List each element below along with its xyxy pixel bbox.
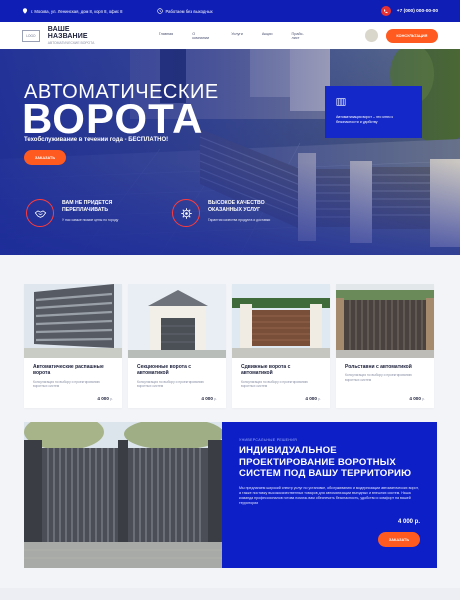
promo-order-button[interactable]: ЗАКАЗАТЬ bbox=[378, 532, 420, 547]
product-description: Консультация по выбору и проектированию … bbox=[241, 379, 308, 388]
location-pin-icon bbox=[22, 8, 28, 14]
badge-quality-title: ВЫСОКОЕ КАЧЕСТВО ОКАЗАННЫХ УСЛУГ bbox=[208, 200, 265, 213]
product-price: 4 000 р. bbox=[201, 396, 217, 401]
badge-low-price-text: У нас самые низкие цены по городу bbox=[62, 218, 119, 222]
hero-order-button[interactable]: ЗАКАЗАТЬ bbox=[24, 150, 66, 165]
hours-text: Работаем без выходных bbox=[165, 8, 213, 14]
info-card-text: Автоматизация ворот – это ключ к безопас… bbox=[336, 115, 394, 124]
promo-price: 4 000 р. bbox=[397, 519, 420, 525]
promo-text-block: УНИВЕРСАЛЬНЫЕ РЕШЕНИЯ ИНДИВИДУАЛЬНОЕ ПРО… bbox=[222, 422, 437, 568]
badge-icon-wrap bbox=[172, 199, 200, 227]
hero-subtitle: Техобслуживание в течении года - БЕСПЛАТ… bbox=[24, 137, 169, 143]
promo-image bbox=[24, 422, 222, 568]
brand-name: ВАШЕ НАЗВАНИЕ bbox=[47, 26, 88, 40]
product-title: Автоматические распашные ворота bbox=[33, 364, 104, 377]
phone-number[interactable]: +7 (000) 000-00-00 bbox=[397, 9, 438, 14]
badge-low-price: ВАМ НЕ ПРИДЕТСЯ ПЕРЕПЛАЧИВАТЬ У нас самы… bbox=[26, 199, 134, 227]
product-image-sectional-gates bbox=[128, 284, 226, 358]
clock-icon bbox=[156, 8, 163, 14]
hours-block: Работаем без выходных bbox=[156, 8, 213, 14]
badge-icon-wrap bbox=[26, 199, 54, 227]
promo-section: УНИВЕРСАЛЬНЫЕ РЕШЕНИЯ ИНДИВИДУАЛЬНОЕ ПРО… bbox=[24, 422, 437, 568]
badge-quality-text: Гарантия качества продукта и доставки bbox=[208, 218, 271, 222]
product-title: Рольставни с автоматикой bbox=[345, 364, 412, 370]
product-image-sliding-gates bbox=[232, 284, 330, 358]
product-price: 4 000 р. bbox=[97, 396, 113, 401]
phone-icon bbox=[384, 9, 388, 13]
product-image-swing-gates bbox=[24, 284, 122, 358]
consultation-button[interactable]: КОНСУЛЬТАЦИЯ bbox=[385, 28, 438, 43]
nav-item-about[interactable]: О компании bbox=[192, 32, 212, 40]
nav-item-pricelist[interactable]: Прайс-лист bbox=[292, 32, 311, 40]
product-card-sectional-gates[interactable]: Секционные ворота с автоматикой Консульт… bbox=[128, 284, 226, 408]
nav-item-services[interactable]: Услуги bbox=[231, 32, 243, 40]
avatar[interactable] bbox=[364, 29, 378, 42]
hero-section: АВТОМАТИЧЕСКИЕ ВОРОТА Техобслуживание в … bbox=[0, 49, 460, 255]
badge-quality: ВЫСОКОЕ КАЧЕСТВО ОКАЗАННЫХ УСЛУГ Гаранти… bbox=[172, 199, 288, 227]
address-text: г. Москва, ул. Ленинская, дом 8, корп 8,… bbox=[31, 8, 123, 14]
logo[interactable]: LOGO bbox=[22, 29, 40, 42]
phone-call-button[interactable] bbox=[380, 6, 391, 16]
promo-description: Мы предлагаем широкий спектр услуг по ус… bbox=[239, 485, 419, 505]
nav-item-promotions[interactable]: Акции bbox=[262, 32, 273, 40]
product-description: Консультация по выбору и проектированию … bbox=[33, 379, 100, 388]
info-card: Автоматизация ворот – это ключ к безопас… bbox=[325, 86, 422, 138]
brand-tagline: АВТОМАТИЧЕСКИЕ ВОРОТА bbox=[47, 41, 95, 45]
product-description: Консультация по выбору и проектированию … bbox=[137, 379, 204, 388]
promo-heading: ИНДИВИДУАЛЬНОЕ ПРОЕКТИРОВАНИЕ ВОРОТНЫХ С… bbox=[239, 445, 412, 479]
badge-low-price-title: ВАМ НЕ ПРИДЕТСЯ ПЕРЕПЛАЧИВАТЬ bbox=[62, 200, 113, 213]
product-image-roller-shutters bbox=[336, 284, 434, 358]
product-description: Консультация по выбору и проектированию … bbox=[345, 373, 412, 382]
phone-block: +7 (000) 000-00-00 bbox=[380, 6, 438, 16]
product-title: Сдвижные ворота с автоматикой bbox=[241, 364, 291, 377]
address-block: г. Москва, ул. Ленинская, дом 8, корп 8,… bbox=[22, 8, 123, 14]
site-header: LOGO ВАШЕ НАЗВАНИЕ АВТОМАТИЧЕСКИЕ ВОРОТА… bbox=[0, 22, 460, 49]
product-title: Секционные ворота с автоматикой bbox=[137, 364, 192, 377]
main-nav: Главная О компании Услуги Акции Прайс-ли… bbox=[159, 32, 311, 40]
product-cards: Автоматические распашные ворота Консульт… bbox=[24, 284, 436, 408]
promo-kicker: УНИВЕРСАЛЬНЫЕ РЕШЕНИЯ bbox=[239, 438, 298, 442]
gate-icon bbox=[336, 98, 346, 106]
handshake-icon bbox=[34, 210, 46, 218]
brand: ВАШЕ НАЗВАНИЕ АВТОМАТИЧЕСКИЕ ВОРОТА bbox=[48, 26, 111, 45]
footer-strip bbox=[0, 588, 460, 600]
hero-title-line2: ВОРОТА bbox=[22, 95, 204, 142]
product-card-roller-shutters[interactable]: Рольставни с автоматикой Консультация по… bbox=[336, 284, 434, 408]
gear-icon bbox=[180, 207, 192, 219]
product-price: 4 000 р. bbox=[409, 396, 425, 401]
product-card-sliding-gates[interactable]: Сдвижные ворота с автоматикой Консультац… bbox=[232, 284, 330, 408]
top-info-bar: г. Москва, ул. Ленинская, дом 8, корп 8,… bbox=[0, 0, 460, 22]
nav-item-home[interactable]: Главная bbox=[159, 32, 173, 40]
product-card-swing-gates[interactable]: Автоматические распашные ворота Консульт… bbox=[24, 284, 122, 408]
product-price: 4 000 р. bbox=[305, 396, 321, 401]
